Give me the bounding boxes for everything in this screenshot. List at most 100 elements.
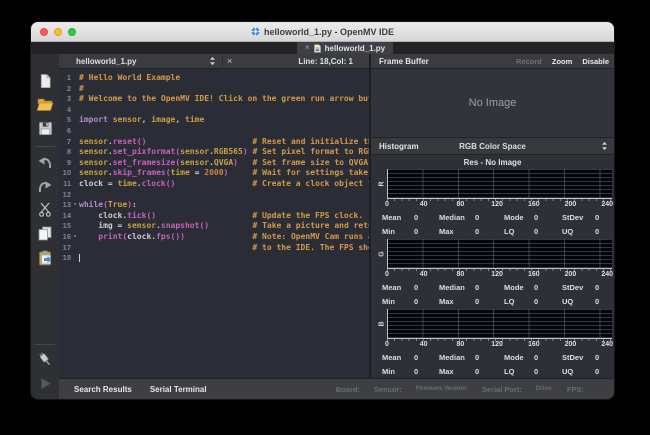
- code-line[interactable]: 6: [59, 126, 369, 137]
- frame-buffer-header: Frame Buffer RecordZoomDisable: [371, 54, 614, 69]
- tick-label: 120: [491, 201, 503, 208]
- stat-lq: LQ0: [504, 227, 562, 236]
- python-file-icon: [314, 44, 321, 53]
- fold-chevron-icon[interactable]: ▾: [71, 200, 79, 211]
- close-window-button[interactable]: [40, 28, 48, 36]
- code-line[interactable]: 13▾while(True):: [59, 200, 369, 211]
- new-file-icon[interactable]: [36, 72, 54, 89]
- tick-label: 240: [601, 271, 613, 278]
- stat-median: Median0: [439, 283, 504, 292]
- close-tab-icon[interactable]: ×: [305, 44, 310, 52]
- fold-gutter: [71, 84, 79, 95]
- code-line[interactable]: 17 # to the IDE. The FPS should increase…: [59, 243, 369, 254]
- run-icon[interactable]: [36, 375, 54, 392]
- stats-row: Mean0Median0Mode0StDev0: [376, 210, 612, 225]
- paste-icon[interactable]: [36, 249, 54, 266]
- openmv-ide-window: helloworld_1.py - OpenMV IDE × helloworl…: [30, 21, 615, 400]
- code-text: [79, 190, 369, 201]
- maximize-window-button[interactable]: [68, 28, 76, 36]
- code-line[interactable]: 15 img = sensor.snapshot() # Take a pict…: [59, 221, 369, 232]
- fold-gutter: [71, 158, 79, 169]
- histogram-plot: [387, 309, 612, 339]
- line-number: 13: [59, 200, 71, 211]
- text-cursor: [79, 254, 80, 262]
- redo-icon[interactable]: [36, 177, 54, 194]
- code-line[interactable]: 18: [59, 253, 369, 264]
- color-space-value: RGB Color Space: [459, 142, 526, 151]
- status-tab-search-results[interactable]: Search Results: [74, 385, 132, 394]
- tab-helloworld[interactable]: × helloworld_1.py: [297, 42, 393, 54]
- histogram-plot: [387, 239, 612, 269]
- status-bar: Search Results Serial Terminal Board: Sens…: [59, 378, 614, 399]
- copy-icon[interactable]: [36, 225, 54, 242]
- stat-stdev: StDev0: [562, 283, 612, 292]
- header-divider: [222, 56, 223, 66]
- stat-mode: Mode0: [504, 283, 562, 292]
- tick-label: 40: [420, 341, 428, 348]
- line-number: 17: [59, 243, 71, 254]
- code-line[interactable]: 16▾ print(clock.fps()) # Note: OpenMV Ca…: [59, 232, 369, 243]
- status-field-board: Board:: [336, 385, 360, 394]
- status-field-serial-port: Serial Port:: [482, 385, 522, 394]
- x-axis-ticks: 04080120160200240: [387, 339, 612, 350]
- titlebar[interactable]: helloworld_1.py - OpenMV IDE: [31, 22, 614, 42]
- code-text: sensor.reset() # Reset and initialize th…: [79, 137, 369, 148]
- document-dropdown-arrows-icon[interactable]: [209, 56, 216, 68]
- code-line[interactable]: 10sensor.skip_frames(time = 2000) # Wait…: [59, 168, 369, 179]
- save-icon[interactable]: [36, 120, 54, 137]
- y-axis-label: B: [367, 319, 397, 330]
- stat-stdev: StDev0: [562, 353, 612, 362]
- line-number: 2: [59, 84, 71, 95]
- fold-chevron-icon[interactable]: ▾: [71, 232, 79, 243]
- frame-buffer-panel: Frame Buffer RecordZoomDisable No Image …: [371, 54, 614, 378]
- line-number: 15: [59, 221, 71, 232]
- stat-max: Max0: [439, 227, 504, 236]
- code-line[interactable]: 7sensor.reset() # Reset and initialize t…: [59, 137, 369, 148]
- stat-median: Median0: [439, 353, 504, 362]
- disable-button[interactable]: Disable: [582, 57, 609, 66]
- tick-label: 0: [385, 271, 389, 278]
- dropdown-arrows-icon[interactable]: [601, 141, 614, 151]
- code-line[interactable]: 3# Welcome to the OpenMV IDE! Click on t…: [59, 94, 369, 105]
- code-text: print(clock.fps()) # Note: OpenMV Cam ru…: [79, 232, 369, 243]
- code-text: clock = time.clock() # Create a clock ob…: [79, 179, 369, 190]
- stats-row: Mean0Median0Mode0StDev0: [376, 350, 612, 365]
- status-field-sensor: Sensor:: [374, 385, 402, 394]
- stat-uq: UQ0: [562, 367, 612, 376]
- open-document-dropdown[interactable]: helloworld_1.py: [59, 57, 136, 66]
- code-line[interactable]: 4: [59, 105, 369, 116]
- undo-icon[interactable]: [36, 153, 54, 170]
- minimize-window-button[interactable]: [54, 28, 62, 36]
- code-line[interactable]: 11clock = time.clock() # Create a clock …: [59, 179, 369, 190]
- close-document-icon[interactable]: ×: [227, 54, 232, 68]
- code-text: img = sensor.snapshot() # Take a picture…: [79, 221, 369, 232]
- code-line[interactable]: 5import sensor, image, time: [59, 115, 369, 126]
- code-line[interactable]: 14 clock.tick() # Update the FPS clock.: [59, 211, 369, 222]
- editor-pane: helloworld_1.py × Line: 18,Col: 1 1# Hel…: [59, 54, 369, 378]
- code-line[interactable]: 2#: [59, 84, 369, 95]
- code-editor[interactable]: 1# Hello World Example2#3# Welcome to th…: [59, 69, 369, 378]
- line-number: 4: [59, 105, 71, 116]
- y-axis-label: G: [367, 249, 397, 260]
- zoom-button[interactable]: Zoom: [552, 57, 572, 66]
- line-number: 10: [59, 168, 71, 179]
- tick-label: 80: [456, 271, 464, 278]
- record-button[interactable]: Record: [516, 57, 542, 66]
- code-line[interactable]: 9sensor.set_framesize(sensor.QVGA) # Set…: [59, 158, 369, 169]
- status-tab-serial-terminal[interactable]: Serial Terminal: [150, 385, 207, 394]
- cut-icon[interactable]: [36, 201, 54, 218]
- status-bar-tabs: Search Results Serial Terminal: [59, 385, 207, 394]
- code-text: while(True):: [79, 200, 369, 211]
- status-field-firmware-version: Firmware Version:: [416, 386, 468, 392]
- open-folder-icon[interactable]: [36, 96, 54, 113]
- code-line[interactable]: 12: [59, 190, 369, 201]
- openmv-logo-icon: [251, 27, 260, 36]
- window-title-text: helloworld_1.py - OpenMV IDE: [264, 27, 394, 37]
- code-line[interactable]: 8sensor.set_pixformat(sensor.RGB565) # S…: [59, 147, 369, 158]
- x-axis-ticks: 04080120160200240: [387, 269, 612, 280]
- toolbar-separator: [35, 344, 55, 345]
- fold-gutter: [71, 73, 79, 84]
- connect-icon[interactable]: [36, 351, 54, 368]
- code-line[interactable]: 1# Hello World Example: [59, 73, 369, 84]
- line-number: 9: [59, 158, 71, 169]
